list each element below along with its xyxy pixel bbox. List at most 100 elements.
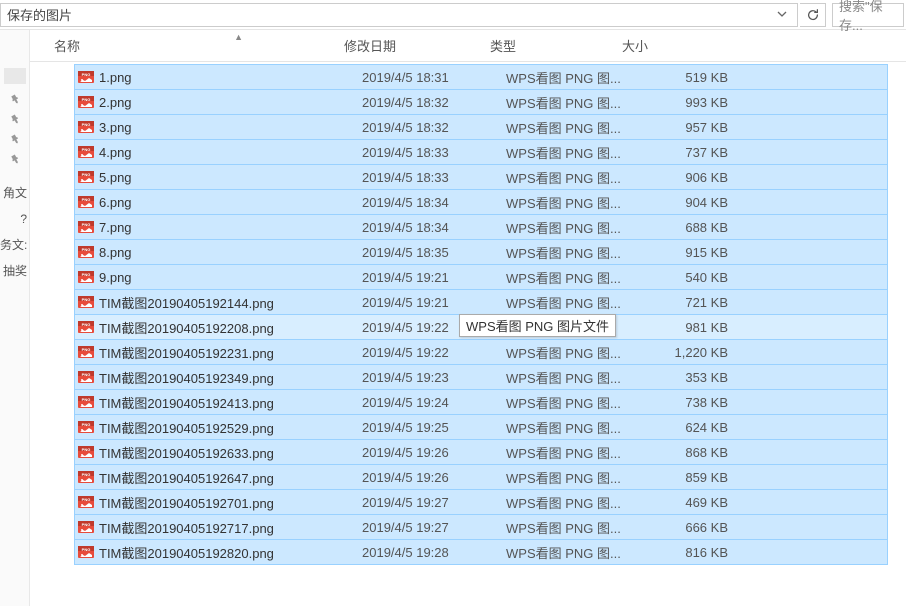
pin-icon[interactable] xyxy=(5,89,24,108)
file-name: TIM截图20190405192349.png xyxy=(99,368,274,387)
refresh-button[interactable] xyxy=(800,3,826,27)
pin-icon[interactable] xyxy=(5,149,24,168)
file-name: TIM截图20190405192633.png xyxy=(99,443,274,462)
sidebar-text[interactable]: 角文 xyxy=(0,180,29,206)
sidebar-text[interactable]: 抽奖 xyxy=(0,258,29,284)
pin-icon[interactable] xyxy=(5,129,24,148)
file-date: 2019/4/5 19:27 xyxy=(362,520,502,535)
png-file-icon: PNG xyxy=(77,468,95,486)
file-row[interactable]: PNGTIM截图20190405192701.png2019/4/5 19:27… xyxy=(74,489,888,515)
file-date: 2019/4/5 19:21 xyxy=(362,270,502,285)
sidebar-text[interactable]: 务文: xyxy=(0,232,29,258)
file-size: 737 KB xyxy=(640,145,740,160)
column-header-size[interactable]: 大小 xyxy=(622,30,722,61)
file-date: 2019/4/5 19:28 xyxy=(362,545,502,560)
png-file-icon: PNG xyxy=(77,368,95,386)
file-type: WPS看图 PNG 图... xyxy=(502,468,640,487)
file-row[interactable]: PNG9.png2019/4/5 19:21WPS看图 PNG 图...540 … xyxy=(74,264,888,290)
file-row[interactable]: PNGTIM截图20190405192231.png2019/4/5 19:22… xyxy=(74,339,888,365)
svg-text:PNG: PNG xyxy=(82,172,91,177)
address-toolbar: 保存的图片 搜索"保存... xyxy=(0,0,906,30)
column-label: 类型 xyxy=(490,36,516,55)
svg-text:PNG: PNG xyxy=(82,197,91,202)
file-type: WPS看图 PNG 图... xyxy=(502,293,640,312)
svg-text:PNG: PNG xyxy=(82,147,91,152)
file-name: 2.png xyxy=(99,95,132,110)
png-file-icon: PNG xyxy=(77,293,95,311)
file-date: 2019/4/5 19:22 xyxy=(362,345,502,360)
pin-icon[interactable] xyxy=(5,109,24,128)
file-list: PNG1.png2019/4/5 18:31WPS看图 PNG 图...519 … xyxy=(30,62,906,565)
png-file-icon: PNG xyxy=(77,543,95,561)
file-size: 904 KB xyxy=(640,195,740,210)
file-row[interactable]: PNGTIM截图20190405192717.png2019/4/5 19:27… xyxy=(74,514,888,540)
svg-text:PNG: PNG xyxy=(82,272,91,277)
search-input[interactable]: 搜索"保存... xyxy=(832,3,904,27)
sidebar: 角文 ? 务文: 抽奖 xyxy=(0,30,30,606)
file-size: 915 KB xyxy=(640,245,740,260)
tooltip: WPS看图 PNG 图片文件 xyxy=(459,314,616,337)
file-type: WPS看图 PNG 图... xyxy=(502,418,640,437)
column-header-name[interactable]: 名称 ▲ xyxy=(48,30,344,61)
file-size: 868 KB xyxy=(640,445,740,460)
file-row[interactable]: PNGTIM截图20190405192647.png2019/4/5 19:26… xyxy=(74,464,888,490)
file-type: WPS看图 PNG 图... xyxy=(502,518,640,537)
file-size: 1,220 KB xyxy=(640,345,740,360)
file-type: WPS看图 PNG 图... xyxy=(502,443,640,462)
file-name: TIM截图20190405192701.png xyxy=(99,493,274,512)
svg-text:PNG: PNG xyxy=(82,72,91,77)
file-name: 9.png xyxy=(99,270,132,285)
file-row[interactable]: PNGTIM截图20190405192413.png2019/4/5 19:24… xyxy=(74,389,888,415)
file-row[interactable]: PNG1.png2019/4/5 18:31WPS看图 PNG 图...519 … xyxy=(74,64,888,90)
file-row[interactable]: PNG7.png2019/4/5 18:34WPS看图 PNG 图...688 … xyxy=(74,214,888,240)
file-name: 3.png xyxy=(99,120,132,135)
file-row[interactable]: PNG TIM截图20190405192820.png 2019/4/5 19:28… xyxy=(74,539,888,565)
file-date: 2019/4/5 18:34 xyxy=(362,195,502,210)
file-size: 981 KB xyxy=(640,320,740,335)
svg-text:PNG: PNG xyxy=(82,122,91,127)
file-view: 名称 ▲ 修改日期 类型 大小 PNG1.png2019/4/5 18:31WP… xyxy=(30,30,906,606)
file-row[interactable]: PNGTIM截图20190405192144.png2019/4/5 19:21… xyxy=(74,289,888,315)
columns-header: 名称 ▲ 修改日期 类型 大小 xyxy=(30,30,906,62)
column-header-date[interactable]: 修改日期 xyxy=(344,30,484,61)
file-size: 353 KB xyxy=(640,370,740,385)
png-file-icon: PNG xyxy=(77,168,95,186)
file-row[interactable]: PNG2.png2019/4/5 18:32WPS看图 PNG 图...993 … xyxy=(74,89,888,115)
file-row[interactable]: PNGTIM截图20190405192633.png2019/4/5 19:26… xyxy=(74,439,888,465)
column-header-type[interactable]: 类型 xyxy=(484,30,622,61)
file-row[interactable]: PNG5.png2019/4/5 18:33WPS看图 PNG 图...906 … xyxy=(74,164,888,190)
sidebar-text[interactable]: ? xyxy=(0,206,29,232)
file-type: WPS看图 PNG 图... xyxy=(502,543,640,562)
png-file-icon: PNG xyxy=(77,218,95,236)
svg-text:PNG: PNG xyxy=(82,322,91,327)
file-size: 816 KB xyxy=(640,545,740,560)
file-date: 2019/4/5 19:25 xyxy=(362,420,502,435)
png-file-icon: PNG xyxy=(77,518,95,536)
file-row[interactable]: PNG6.png2019/4/5 18:34WPS看图 PNG 图...904 … xyxy=(74,189,888,215)
svg-text:PNG: PNG xyxy=(82,547,91,552)
svg-text:PNG: PNG xyxy=(82,522,91,527)
svg-text:PNG: PNG xyxy=(82,372,91,377)
file-row[interactable]: PNG3.png2019/4/5 18:32WPS看图 PNG 图...957 … xyxy=(74,114,888,140)
file-row[interactable]: PNG4.png2019/4/5 18:33WPS看图 PNG 图...737 … xyxy=(74,139,888,165)
file-name: TIM截图20190405192208.png xyxy=(99,318,274,337)
file-name: TIM截图20190405192820.png xyxy=(99,543,274,562)
file-type: WPS看图 PNG 图... xyxy=(502,368,640,387)
file-size: 519 KB xyxy=(640,70,740,85)
file-name: 5.png xyxy=(99,170,132,185)
file-size: 859 KB xyxy=(640,470,740,485)
path-box[interactable]: 保存的图片 xyxy=(0,3,798,27)
file-row[interactable]: PNGTIM截图20190405192529.png2019/4/5 19:25… xyxy=(74,414,888,440)
file-name: 8.png xyxy=(99,245,132,260)
png-file-icon: PNG xyxy=(77,143,95,161)
file-date: 2019/4/5 18:35 xyxy=(362,245,502,260)
file-name: TIM截图20190405192529.png xyxy=(99,418,274,437)
file-row[interactable]: PNGTIM截图20190405192349.png2019/4/5 19:23… xyxy=(74,364,888,390)
file-type: WPS看图 PNG 图... xyxy=(502,393,640,412)
sidebar-block xyxy=(4,68,26,84)
file-date: 2019/4/5 19:24 xyxy=(362,395,502,410)
path-dropdown-chevron[interactable] xyxy=(773,7,791,22)
file-name: TIM截图20190405192413.png xyxy=(99,393,274,412)
png-file-icon: PNG xyxy=(77,243,95,261)
file-row[interactable]: PNG8.png2019/4/5 18:35WPS看图 PNG 图...915 … xyxy=(74,239,888,265)
